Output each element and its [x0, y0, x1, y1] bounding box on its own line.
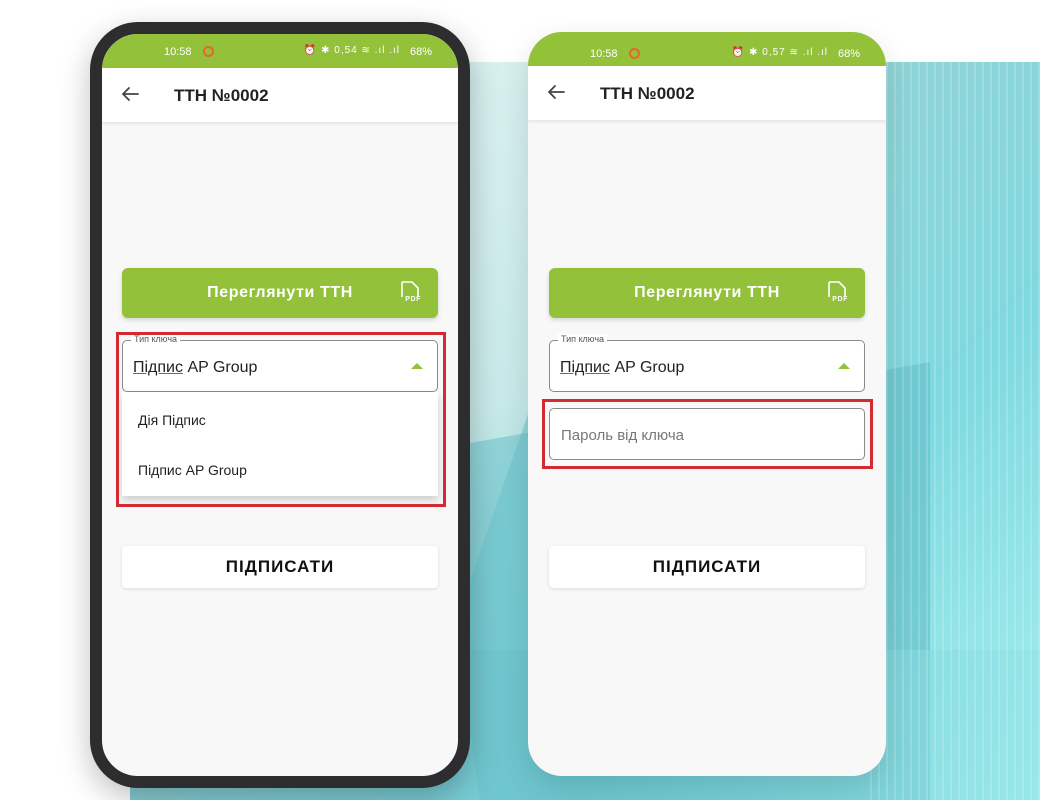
app-bar: ТТН №0002 [528, 66, 886, 120]
view-ttn-button[interactable]: Переглянути ТТН PDF [122, 268, 438, 318]
key-type-select[interactable]: Тип ключа Підпис AP Group [549, 334, 865, 392]
pdf-icon-label: PDF [405, 296, 421, 303]
view-ttn-button-label: Переглянути ТТН [634, 284, 780, 301]
status-bar: 10:58 ⏰ ✱ 0,57 ≋ .ıl .ıl 68% [528, 32, 886, 66]
view-ttn-button-label: Переглянути ТТН [207, 284, 353, 301]
page-title: ТТН №0002 [174, 86, 269, 105]
sign-button[interactable]: ПІДПИСАТИ [122, 546, 438, 588]
status-time: 10:58 [164, 46, 192, 58]
view-ttn-button[interactable]: Переглянути ТТН PDF [549, 268, 865, 318]
notification-dot-icon [629, 48, 640, 59]
back-arrow-icon[interactable] [546, 82, 566, 102]
status-icons: ⏰ ✱ 0,57 ≋ .ıl .ıl [731, 47, 828, 58]
dropdown-arrow-up-icon[interactable] [838, 363, 850, 369]
battery-level: 68% [837, 48, 860, 60]
pdf-icon-label: PDF [832, 296, 848, 303]
sign-button-label: ПІДПИСАТИ [652, 557, 762, 576]
key-type-label: Тип ключа [558, 334, 608, 344]
key-type-value-rest: AP Group [610, 359, 685, 376]
page-title: ТТН №0002 [600, 84, 695, 103]
battery-level: 68% [409, 46, 432, 58]
back-arrow-icon[interactable] [120, 84, 140, 104]
sign-button-label: ПІДПИСАТИ [225, 557, 335, 576]
sign-button[interactable]: ПІДПИСАТИ [549, 546, 865, 588]
highlight-frame [116, 332, 446, 507]
status-time: 10:58 [590, 48, 618, 60]
background-stripes [870, 62, 1040, 800]
key-type-value: Підпис AP Group [560, 359, 684, 377]
status-icons: ⏰ ✱ 0,54 ≋ .ıl .ıl [303, 45, 400, 56]
highlight-frame [542, 399, 873, 469]
notification-dot-icon [203, 46, 214, 57]
status-bar: 10:58 ⏰ ✱ 0,54 ≋ .ıl .ıl 68% [102, 34, 458, 68]
key-type-value-word: Підпис [560, 359, 610, 376]
app-bar: ТТН №0002 [102, 68, 458, 122]
